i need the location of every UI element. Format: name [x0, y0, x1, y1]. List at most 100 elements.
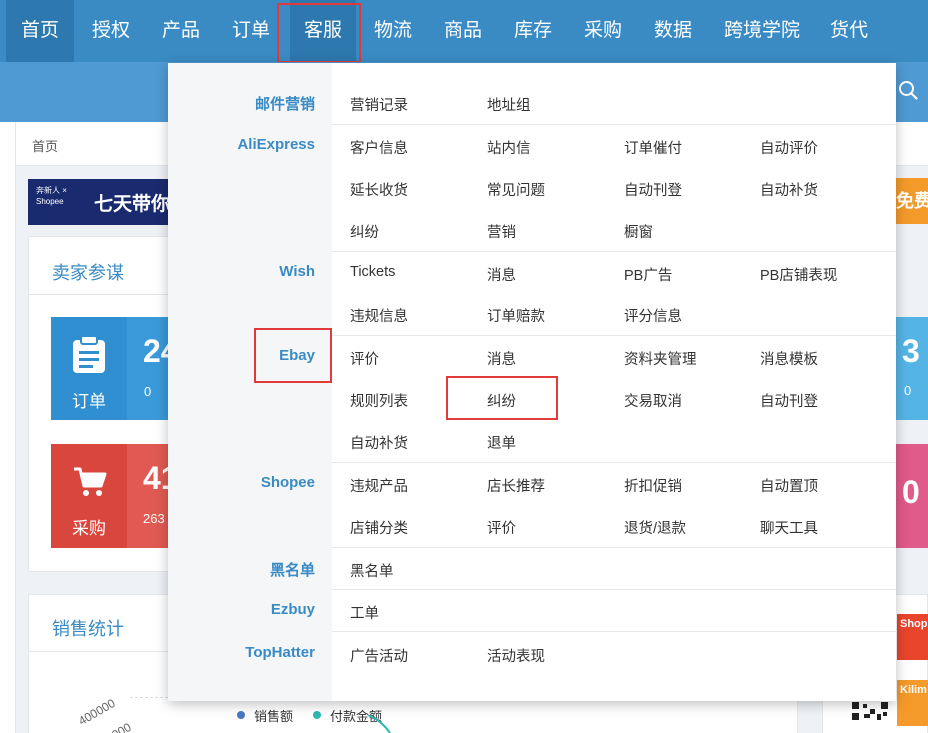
- menu-item-campaign-performance[interactable]: 活动表现: [487, 645, 545, 666]
- nav-item-forwarder[interactable]: 货代: [818, 0, 880, 62]
- menu-item-messages[interactable]: 消息: [487, 264, 516, 285]
- menu-item-chargeback[interactable]: 退单: [487, 432, 516, 453]
- menu-item-rating-info[interactable]: 评分信息: [624, 305, 682, 326]
- menu-item-auto-restock[interactable]: 自动补货: [760, 179, 818, 200]
- menu-item-rule-list[interactable]: 规则列表: [350, 390, 408, 411]
- banner-headline: 七天带你: [94, 194, 171, 215]
- nav-item-purchase[interactable]: 采购: [572, 0, 634, 62]
- orders-card[interactable]: 订单 24 0: [51, 317, 181, 420]
- promo-banner[interactable]: 奔新人 × Shopee 七天带你: [28, 179, 178, 225]
- menu-item-blacklist[interactable]: 黑名单: [350, 560, 394, 581]
- top-nav: 首页 授权 产品 订单 客服 物流 商品 库存 采购 数据 跨境学院 货代: [0, 0, 928, 62]
- nav-item-auth[interactable]: 授权: [80, 0, 142, 62]
- dropdown-separator: [332, 124, 896, 125]
- menu-item-customer-info[interactable]: 客户信息: [350, 137, 408, 158]
- right-stat-bottom-value: 0: [902, 474, 920, 510]
- right-stat-card-bottom[interactable]: 0: [896, 444, 928, 548]
- menu-item-faq[interactable]: 常见问题: [487, 179, 545, 200]
- dropdown-separator: [332, 589, 896, 590]
- highlight-box-customer-service: [277, 3, 361, 63]
- dropdown-separator: [332, 335, 896, 336]
- purchase-card-label: 采购: [72, 519, 106, 538]
- dropdown-category-email-marketing: 邮件营销: [254, 96, 315, 113]
- menu-item-shopee-reviews[interactable]: 评价: [487, 517, 516, 538]
- legend-label-sales[interactable]: 销售额: [254, 706, 293, 725]
- dropdown-category-ezbuy: Ezbuy: [270, 601, 315, 618]
- dropdown-separator: [332, 462, 896, 463]
- menu-item-violation-info[interactable]: 违规信息: [350, 305, 408, 326]
- highlight-box-ebay-dispute: [446, 376, 558, 420]
- left-sidebar-collapsed: [0, 122, 16, 733]
- nav-item-data[interactable]: 数据: [642, 0, 704, 62]
- banner-right[interactable]: 免费: [894, 178, 928, 224]
- purchase-card-sub: 263: [143, 511, 165, 526]
- promo-kilim[interactable]: Kilim: [897, 680, 928, 726]
- menu-item-order-compensation[interactable]: 订单赔款: [487, 305, 545, 326]
- highlight-box-ebay: [254, 328, 332, 383]
- legend-dot-sales: [237, 711, 245, 719]
- dropdown-category-aliexpress: AliExpress: [237, 136, 315, 153]
- chart-line-fragment: [367, 715, 391, 733]
- nav-item-goods[interactable]: 商品: [432, 0, 494, 62]
- menu-item-auto-listing[interactable]: 自动刊登: [624, 179, 682, 200]
- breadcrumb-home[interactable]: 首页: [32, 136, 58, 155]
- menu-item-message-templates[interactable]: 消息模板: [760, 348, 818, 369]
- dropdown-category-tophatter: TopHatter: [245, 644, 315, 661]
- menu-item-marketing[interactable]: 营销: [487, 221, 516, 242]
- menu-item-discount-promotion[interactable]: 折扣促销: [624, 475, 682, 496]
- seller-panel-title: 卖家参谋: [52, 263, 124, 283]
- dropdown-category-shopee: Shopee: [260, 474, 315, 491]
- sales-panel-title: 销售统计: [52, 619, 124, 639]
- menu-item-showcase[interactable]: 橱窗: [624, 221, 653, 242]
- nav-item-academy[interactable]: 跨境学院: [716, 0, 808, 62]
- purchase-card[interactable]: 采购 41 263: [51, 444, 181, 548]
- menu-item-work-order[interactable]: 工单: [350, 602, 379, 623]
- menu-item-ebay-auto-listing[interactable]: 自动刊登: [760, 390, 818, 411]
- cart-icon: [74, 467, 107, 496]
- menu-item-ebay-messages[interactable]: 消息: [487, 348, 516, 369]
- menu-item-site-message[interactable]: 站内信: [487, 137, 531, 158]
- nav-item-orders[interactable]: 订单: [220, 0, 282, 62]
- nav-item-products[interactable]: 产品: [150, 0, 212, 62]
- right-stat-card-top[interactable]: 3 0: [896, 317, 928, 420]
- menu-item-order-reminder[interactable]: 订单催付: [624, 137, 682, 158]
- menu-item-dispute[interactable]: 纠纷: [350, 221, 379, 242]
- nav-item-home[interactable]: 首页: [6, 0, 74, 62]
- promo-shop[interactable]: Shop: [897, 614, 928, 660]
- menu-item-manager-picks[interactable]: 店长推荐: [487, 475, 545, 496]
- menu-item-pb-store-performance[interactable]: PB店铺表现: [760, 264, 837, 285]
- menu-item-pb-ads[interactable]: PB广告: [624, 264, 672, 285]
- promo-kilim-text: Kilim: [900, 684, 927, 696]
- dropdown-separator: [332, 547, 896, 548]
- nav-item-inventory[interactable]: 库存: [502, 0, 564, 62]
- promo-shop-text: Shop: [900, 618, 928, 630]
- nav-item-logistics[interactable]: 物流: [362, 0, 424, 62]
- menu-item-tickets[interactable]: Tickets: [350, 264, 395, 280]
- dropdown-category-wish: Wish: [279, 263, 315, 280]
- menu-item-ebay-feedback[interactable]: 评价: [350, 348, 379, 369]
- menu-item-violating-products[interactable]: 违规产品: [350, 475, 408, 496]
- legend-dot-payment: [313, 711, 321, 719]
- menu-item-ad-campaigns[interactable]: 广告活动: [350, 645, 408, 666]
- menu-item-ebay-auto-restock[interactable]: 自动补货: [350, 432, 408, 453]
- menu-item-cancel-transaction[interactable]: 交易取消: [624, 390, 682, 411]
- dropdown-category-blacklist: 黑名单: [269, 562, 315, 579]
- menu-item-auto-bump[interactable]: 自动置顶: [760, 475, 818, 496]
- qr-code-icon: [850, 700, 890, 722]
- menu-item-auto-review[interactable]: 自动评价: [760, 137, 818, 158]
- menu-item-extend-receipt[interactable]: 延长收货: [350, 179, 408, 200]
- menu-item-marketing-records[interactable]: 营销记录: [350, 94, 408, 115]
- dropdown-separator: [332, 631, 896, 632]
- right-stat-top-sub: 0: [904, 383, 912, 398]
- orders-card-label: 订单: [72, 392, 106, 411]
- search-icon[interactable]: [898, 80, 918, 100]
- right-stat-top-value: 3: [902, 333, 920, 369]
- menu-item-address-group[interactable]: 地址组: [487, 94, 531, 115]
- menu-item-returns-refunds[interactable]: 退货/退款: [624, 517, 686, 538]
- clipboard-icon: [73, 335, 105, 373]
- orders-card-sub: 0: [144, 384, 152, 399]
- menu-item-shop-categories[interactable]: 店铺分类: [350, 517, 408, 538]
- menu-item-chat-tool[interactable]: 聊天工具: [760, 517, 818, 538]
- dropdown-separator: [332, 251, 896, 252]
- menu-item-folder-management[interactable]: 资料夹管理: [624, 348, 697, 369]
